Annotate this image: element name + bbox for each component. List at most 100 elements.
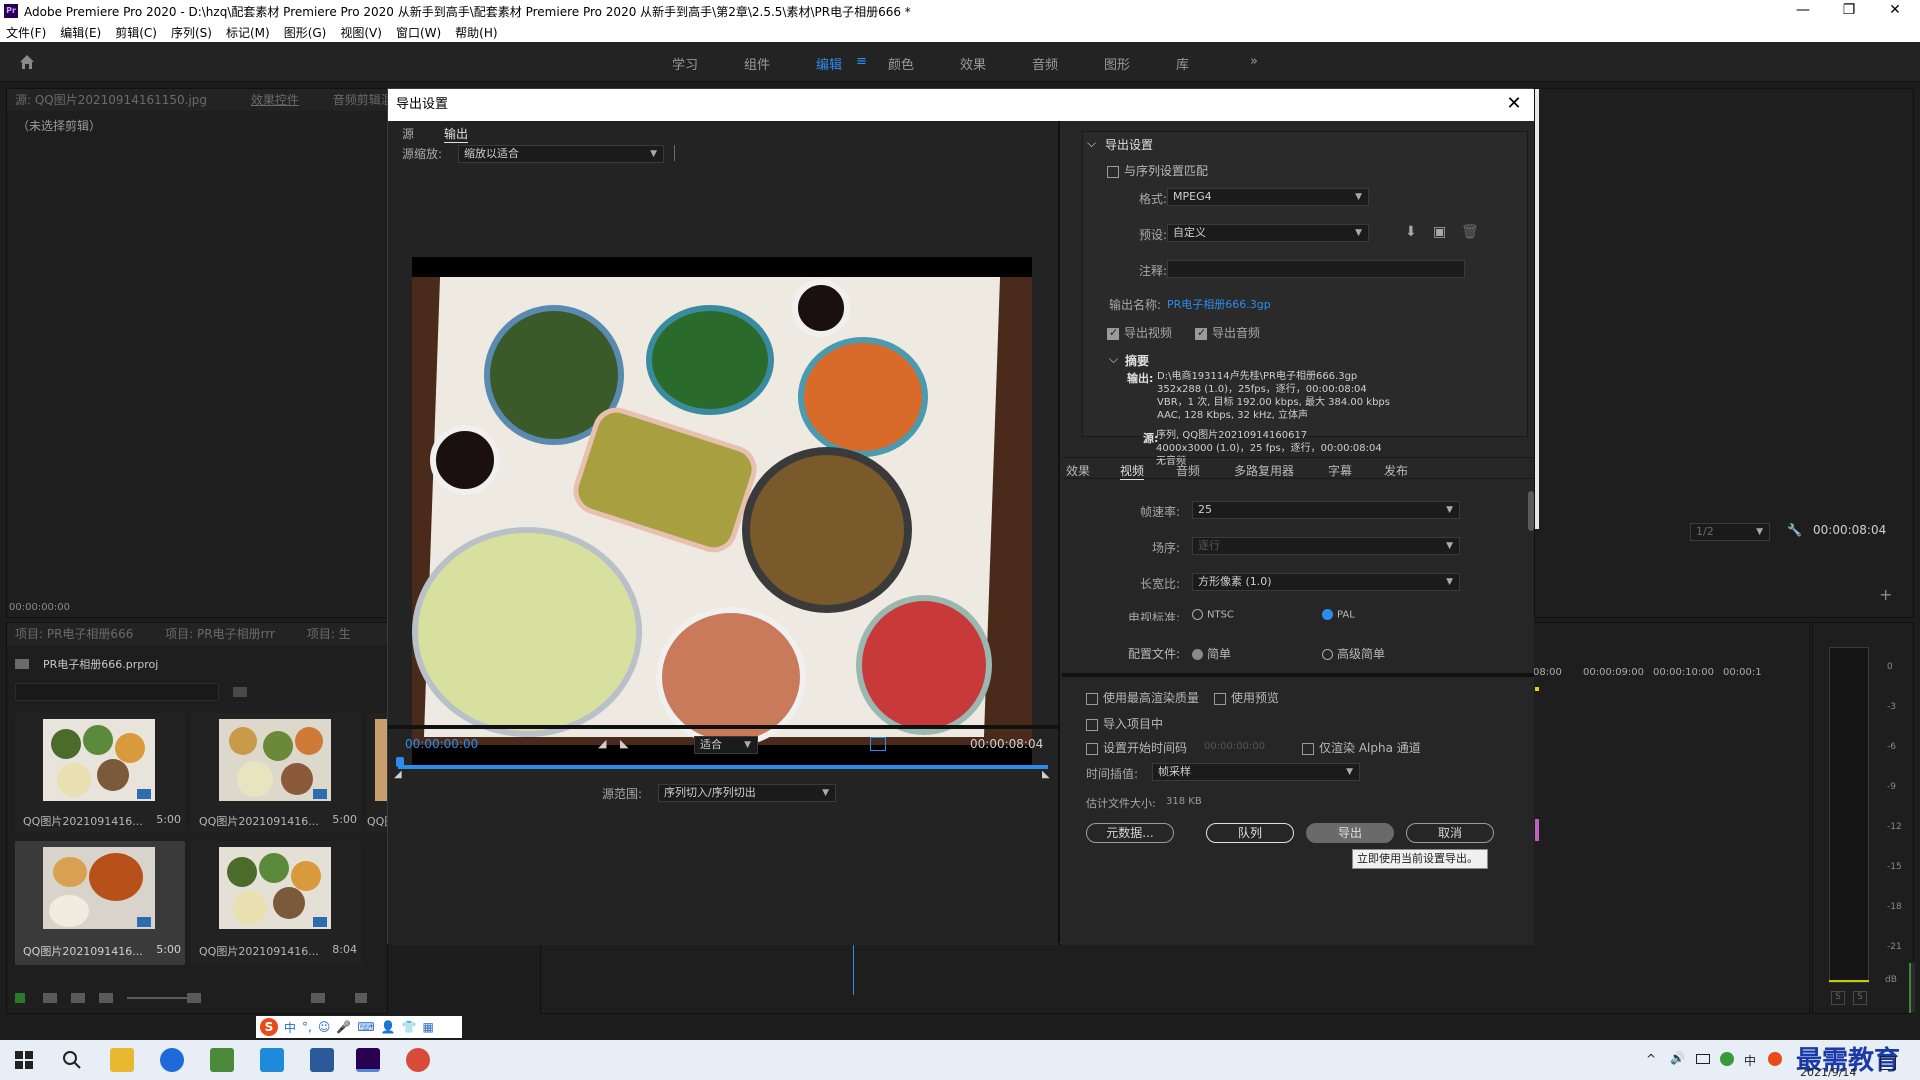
sogou-logo-icon[interactable]: S (260, 1018, 278, 1036)
comments-input[interactable] (1167, 260, 1465, 278)
profile-simple-radio[interactable]: 简单 (1192, 645, 1231, 662)
freeform-view-icon[interactable] (99, 993, 113, 1003)
dialog-close-button[interactable]: ✕ (1502, 93, 1526, 117)
tab-effect-controls[interactable]: 效果控件 (251, 93, 299, 107)
wrench-icon[interactable]: 🔧 (1787, 523, 1802, 537)
collapse-chevron-icon[interactable]: ⌵ (1087, 136, 1096, 151)
settings-scrollbar[interactable] (1528, 491, 1534, 531)
fit-select[interactable]: 适合 ▼ (694, 736, 758, 754)
project-item[interactable]: QQ图片2021091416... 5:00 (191, 713, 361, 833)
workspace-tab-audio[interactable]: 音频 (1032, 54, 1058, 73)
tab-captions[interactable]: 字幕 (1328, 462, 1352, 479)
format-select[interactable]: MPEG4 ▼ (1167, 188, 1369, 206)
menu-edit[interactable]: 编辑(E) (60, 24, 101, 41)
summary-chevron-icon[interactable]: ⌵ (1109, 352, 1118, 367)
workspace-tab-effects[interactable]: 效果 (960, 54, 986, 73)
use-preview-checkbox[interactable]: 使用预览 (1214, 689, 1279, 706)
alpha-only-checkbox[interactable]: 仅渲染 Alpha 通道 (1302, 739, 1421, 756)
workspace-menu-icon[interactable]: ≡ (856, 54, 867, 69)
set-in-point-icon[interactable]: ◢ (598, 737, 606, 750)
tab-output[interactable]: 输出 (444, 125, 469, 143)
tab-project-other[interactable]: 项目: 生 (307, 627, 351, 641)
project-search-input[interactable] (15, 683, 219, 701)
max-render-checkbox[interactable]: 使用最高渲染质量 (1086, 689, 1199, 706)
out-handle-icon[interactable]: ◣ (1042, 769, 1050, 780)
export-button[interactable]: 导出 (1306, 823, 1394, 843)
playhead[interactable] (853, 945, 854, 995)
clip-segment[interactable] (1535, 819, 1539, 841)
cancel-button[interactable]: 取消 (1406, 823, 1494, 843)
tab-effects[interactable]: 效果 (1066, 462, 1090, 479)
delete-preset-icon[interactable]: 🗑 (1461, 224, 1479, 240)
project-item-selected[interactable]: QQ图片2021091416... 5:00 (15, 841, 185, 965)
home-icon[interactable] (18, 53, 36, 71)
ime-chinese-mode[interactable]: 中 (284, 1019, 296, 1036)
menu-help[interactable]: 帮助(H) (455, 24, 497, 41)
framerate-select[interactable]: 25 ▼ (1192, 501, 1460, 519)
zoom-slider[interactable] (127, 997, 187, 999)
tab-publish[interactable]: 发布 (1384, 462, 1408, 479)
workspace-tab-libraries[interactable]: 库 (1176, 54, 1189, 73)
interp-select[interactable]: 帧采样 ▼ (1152, 763, 1360, 781)
timecode-in[interactable]: 00:00:00:00 (405, 737, 478, 751)
ime-keyboard-icon[interactable]: ⌨ (357, 1020, 374, 1034)
menu-view[interactable]: 视图(V) (340, 24, 382, 41)
metadata-button[interactable]: 元数据... (1086, 823, 1174, 843)
new-item-icon[interactable] (311, 993, 325, 1003)
edge-browser-icon[interactable] (160, 1048, 184, 1072)
program-zoom-select[interactable]: 1/2 ▼ (1690, 523, 1770, 541)
import-project-checkbox[interactable]: 导入项目中 (1086, 715, 1163, 732)
trash-icon[interactable] (355, 993, 367, 1003)
source-scale-select[interactable]: 缩放以适合 ▼ (458, 145, 664, 163)
menu-sequence[interactable]: 序列(S) (171, 24, 212, 41)
maximize-button[interactable]: ❐ (1826, 0, 1872, 22)
project-item[interactable]: QQ图片2021091416... 8:04 (191, 841, 361, 965)
tab-multiplexer[interactable]: 多路复用器 (1234, 462, 1294, 479)
import-preset-icon[interactable]: ▣ (1433, 224, 1446, 240)
ime-menu-icon[interactable]: ▦ (423, 1020, 434, 1034)
workspace-more-icon[interactable]: » (1250, 54, 1258, 69)
ime-emoji-icon[interactable]: ☺ (318, 1020, 331, 1034)
file-explorer-icon[interactable] (110, 1048, 134, 1072)
match-sequence-checkbox[interactable]: 与序列设置匹配 (1107, 162, 1208, 179)
project-item[interactable]: QQ图 (367, 713, 389, 833)
profile-advanced-radio[interactable]: 高级简单 (1322, 645, 1385, 662)
export-video-checkbox[interactable]: 导出视频 (1107, 324, 1172, 341)
export-audio-checkbox[interactable]: 导出音频 (1195, 324, 1260, 341)
workspace-tab-editing[interactable]: 编辑 (816, 54, 842, 73)
sort-icon[interactable] (187, 993, 201, 1003)
output-name-link[interactable]: PR电子相册666.3gp (1167, 296, 1271, 312)
lock-icon[interactable] (15, 993, 25, 1003)
aspect-select[interactable]: 方形像素 (1.0) ▼ (1192, 573, 1460, 591)
minimize-button[interactable]: — (1780, 0, 1826, 22)
workspace-tab-assembly[interactable]: 组件 (744, 54, 770, 73)
set-out-point-icon[interactable]: ◣ (620, 737, 628, 750)
ime-punct-icon[interactable]: °, (302, 1020, 312, 1034)
sogou-tray-icon[interactable] (1768, 1052, 1782, 1066)
app-icon[interactable] (210, 1048, 234, 1072)
chrome-icon[interactable] (406, 1048, 430, 1072)
tab-audio-mixer[interactable]: 音频剪辑混 (333, 93, 387, 107)
photos-icon[interactable] (310, 1048, 334, 1072)
solo-button[interactable]: S (1853, 991, 1867, 1005)
pal-radio[interactable]: PAL (1322, 609, 1355, 621)
meter-scrollbar[interactable] (1909, 963, 1915, 1013)
windows-start-icon[interactable] (12, 1048, 36, 1072)
preset-select[interactable]: 自定义 ▼ (1167, 224, 1369, 242)
new-bin-icon[interactable] (233, 687, 247, 697)
premiere-pro-taskbar-icon[interactable] (356, 1048, 380, 1072)
ime-voice-icon[interactable]: 🎤 (336, 1020, 351, 1034)
search-icon[interactable] (60, 1048, 84, 1072)
aspect-toggle-icon[interactable] (870, 737, 886, 751)
project-item[interactable]: QQ图片2021091416... 5:00 (15, 713, 185, 833)
menu-graphics[interactable]: 图形(G) (284, 24, 327, 41)
workspace-tab-learn[interactable]: 学习 (672, 54, 698, 73)
menu-marker[interactable]: 标记(M) (226, 24, 270, 41)
tab-audio[interactable]: 音频 (1176, 462, 1200, 479)
queue-button[interactable]: 队列 (1206, 823, 1294, 843)
menu-window[interactable]: 窗口(W) (396, 24, 441, 41)
workspace-tab-graphics[interactable]: 图形 (1104, 54, 1130, 73)
workspace-tab-color[interactable]: 颜色 (888, 54, 914, 73)
tab-video[interactable]: 视频 (1120, 462, 1145, 480)
set-start-tc-checkbox[interactable]: 设置开始时间码 (1086, 739, 1187, 756)
